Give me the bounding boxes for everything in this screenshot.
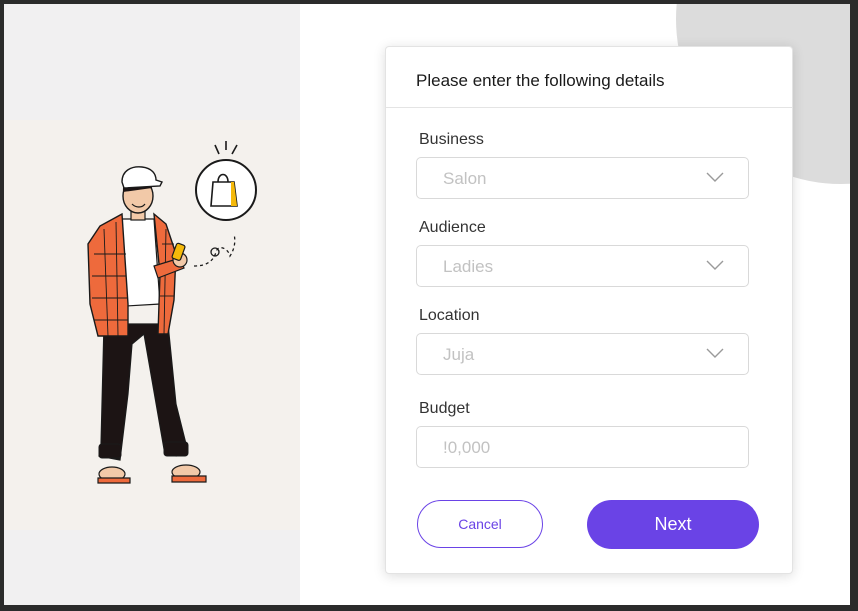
- budget-input[interactable]: !0,000: [416, 426, 749, 468]
- audience-label: Audience: [419, 219, 486, 236]
- form-title: Please enter the following details: [416, 71, 665, 90]
- cancel-button[interactable]: Cancel: [417, 500, 543, 548]
- budget-label: Budget: [419, 400, 470, 417]
- audience-value: Ladies: [443, 257, 494, 276]
- shopper-illustration: [87, 141, 257, 484]
- chevron-down-icon: [706, 348, 724, 358]
- audience-select[interactable]: Ladies: [416, 245, 749, 287]
- location-label: Location: [419, 307, 480, 324]
- location-select[interactable]: Juja: [416, 333, 749, 375]
- shopping-bag-icon: [195, 141, 257, 221]
- app-frame: Please enter the following details Busin…: [4, 4, 850, 605]
- person-icon: [121, 166, 163, 214]
- left-panel: [4, 4, 300, 605]
- details-form-card: Please enter the following details Busin…: [385, 46, 793, 574]
- chevron-down-icon: [706, 172, 724, 182]
- next-button[interactable]: Next: [587, 500, 759, 549]
- business-label: Business: [419, 131, 484, 148]
- location-value: Juja: [443, 345, 475, 364]
- budget-placeholder: !0,000: [443, 438, 491, 457]
- business-select[interactable]: Salon: [416, 157, 749, 199]
- title-divider: [386, 107, 792, 108]
- chevron-down-icon: [706, 260, 724, 270]
- business-value: Salon: [443, 169, 487, 188]
